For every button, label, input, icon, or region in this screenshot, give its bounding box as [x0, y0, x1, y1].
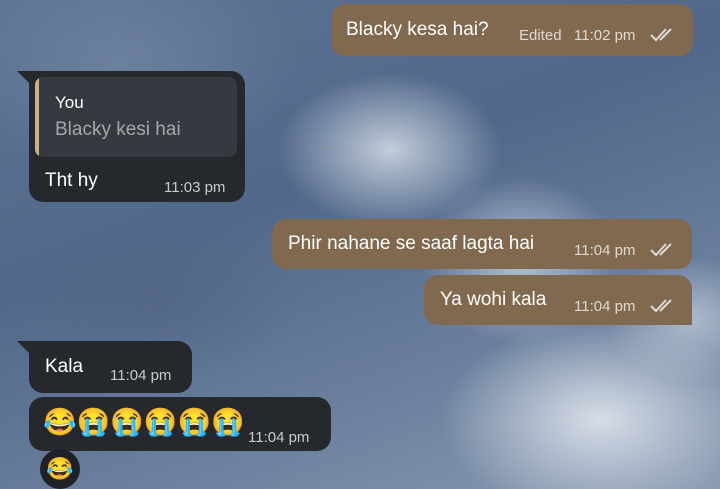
bubble-tail	[17, 341, 29, 353]
edited-label: Edited	[519, 27, 562, 44]
loudly-crying-face-emoji: 😭	[177, 407, 212, 437]
message-time: 11:04 pm	[574, 298, 636, 315]
message-bubble-incoming[interactable]: 😂😭😭😭😭😭 11:04 pm	[29, 397, 331, 451]
reply-sender-name: You	[55, 93, 84, 112]
emoji-message: 😂😭😭😭😭😭	[43, 407, 245, 437]
message-time: 11:04 pm	[110, 367, 172, 384]
reply-quote[interactable]: You Blacky kesi hai	[35, 77, 237, 157]
message-text: Blacky kesa hai?	[346, 19, 489, 40]
reply-quoted-text: Blacky kesi hai	[55, 119, 181, 140]
face-with-tears-of-joy-emoji: 😂	[43, 407, 77, 437]
loudly-crying-face-emoji: 😭	[76, 407, 111, 437]
message-bubble-outgoing[interactable]: Phir nahane se saaf lagta hai 11:04 pm	[272, 219, 692, 269]
reply-quote-bar	[35, 77, 39, 157]
message-time: 11:04 pm	[574, 242, 636, 259]
message-time: 11:04 pm	[248, 429, 310, 446]
loudly-crying-face-emoji: 😭	[211, 407, 245, 437]
double-check-icon	[650, 299, 672, 313]
message-text: Phir nahane se saaf lagta hai	[288, 233, 535, 254]
message-bubble-incoming[interactable]: Kala 11:04 pm	[29, 341, 192, 393]
message-time: 11:03 pm	[164, 179, 226, 196]
double-check-icon	[650, 243, 672, 257]
avatar-emoji: 😂	[46, 456, 74, 481]
message-time: 11:02 pm	[574, 27, 636, 44]
message-text: Kala	[45, 356, 84, 377]
message-text: Tht hy	[45, 170, 98, 191]
message-bubble-outgoing[interactable]: Ya wohi kala 11:04 pm	[424, 275, 692, 325]
double-check-icon	[650, 28, 672, 42]
message-bubble-outgoing[interactable]: Blacky kesa hai? Edited 11:02 pm	[331, 4, 693, 56]
loudly-crying-face-emoji: 😭	[143, 407, 178, 437]
message-bubble-incoming[interactable]: You Blacky kesi hai Tht hy 11:03 pm	[29, 71, 245, 202]
loudly-crying-face-emoji: 😭	[110, 407, 144, 437]
avatar[interactable]: 😂	[40, 449, 80, 489]
message-text: Ya wohi kala	[440, 289, 547, 310]
bubble-tail	[17, 71, 29, 83]
